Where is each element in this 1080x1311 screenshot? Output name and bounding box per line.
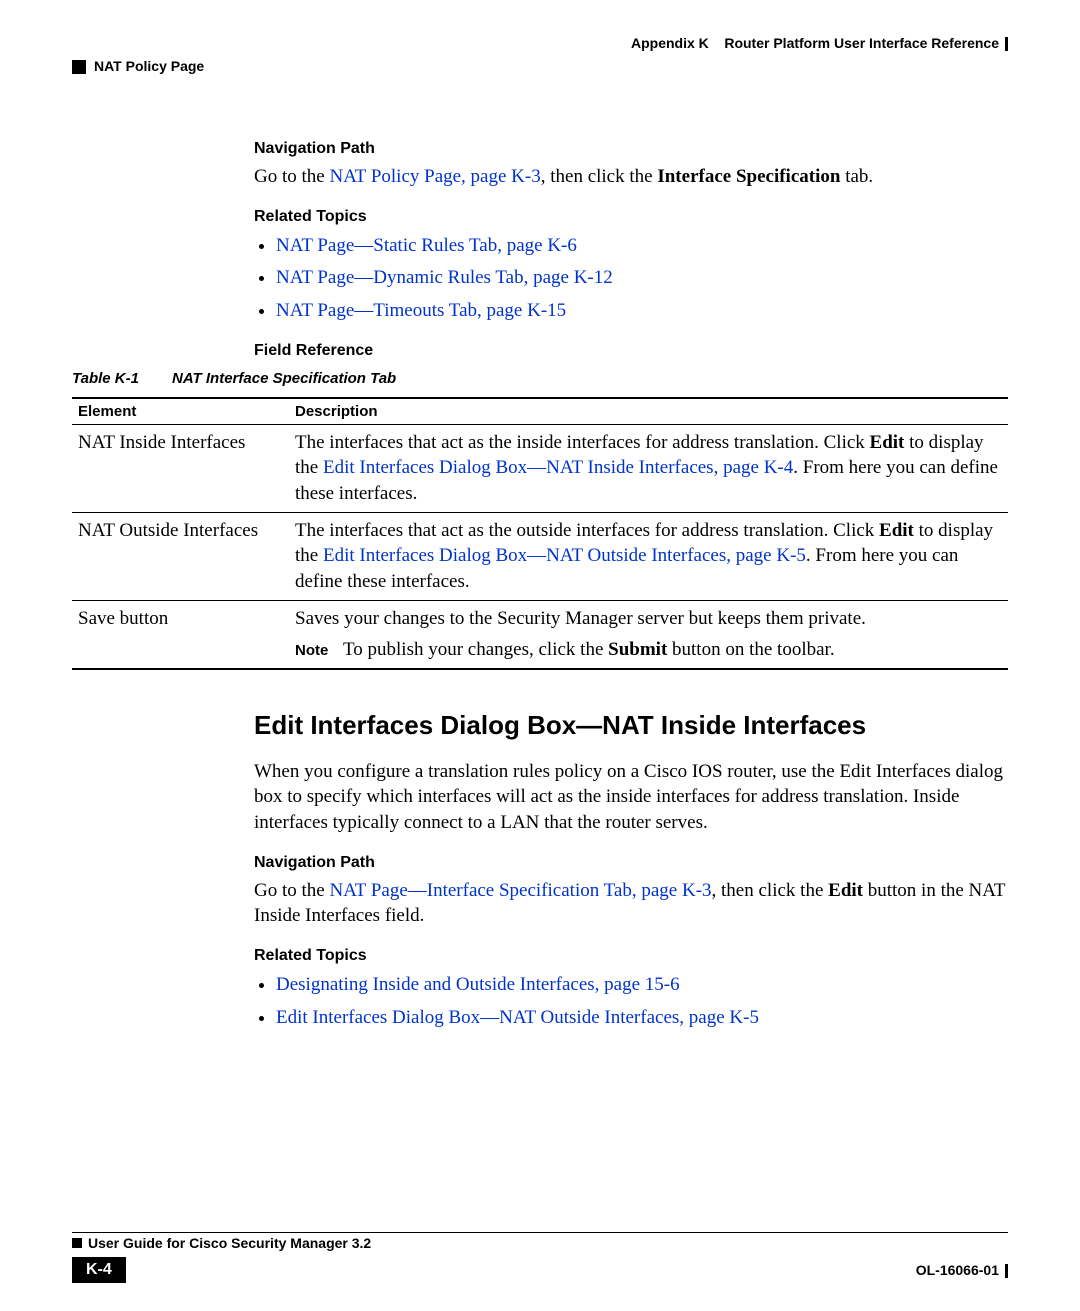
table-cell-element: NAT Outside Interfaces [72,512,289,600]
edit-outside-dialog-link[interactable]: Edit Interfaces Dialog Box—NAT Outside I… [276,1007,759,1028]
related-topics-heading: Related Topics [254,208,1008,226]
timeouts-link[interactable]: NAT Page—Timeouts Tab, page K-15 [276,300,566,321]
table-cell-description: Saves your changes to the Security Manag… [289,600,1008,669]
related-topics-list: NAT Page—Static Rules Tab, page K-6 NAT … [276,234,1008,324]
static-rules-link[interactable]: NAT Page—Static Rules Tab, page K-6 [276,235,577,256]
table-row: Save button Saves your changes to the Se… [72,600,1008,669]
navigation-path-text: Go to the NAT Policy Page, page K-3, the… [254,164,1008,190]
edit-inside-link[interactable]: Edit Interfaces Dialog Box—NAT Inside In… [323,457,793,478]
table-cell-description: The interfaces that act as the outside i… [289,512,1008,600]
page-number: K-4 [72,1257,126,1283]
interface-spec-tab-link[interactable]: NAT Page—Interface Specification Tab, pa… [329,880,711,901]
field-reference-table: Element Description NAT Inside Interface… [72,397,1008,670]
navigation-path-heading-2: Navigation Path [254,854,1008,872]
related-topics-heading-2: Related Topics [254,947,1008,965]
section-heading: Edit Interfaces Dialog Box—NAT Inside In… [254,710,1008,741]
table-row: NAT Inside Interfaces The interfaces tha… [72,424,1008,512]
navigation-path-text-2: Go to the NAT Page—Interface Specificati… [254,878,1008,929]
footer-guide-title: User Guide for Cisco Security Manager 3.… [72,1232,1008,1251]
section-intro: When you configure a translation rules p… [254,759,1008,836]
running-header-left: NAT Policy Page [72,58,204,74]
table-cell-element: NAT Inside Interfaces [72,424,289,512]
running-header-right: Appendix K Router Platform User Interfac… [631,35,1008,51]
dynamic-rules-link[interactable]: NAT Page—Dynamic Rules Tab, page K-12 [276,267,613,288]
nat-policy-page-link[interactable]: NAT Policy Page, page K-3 [329,166,540,187]
table-caption: Table K-1NAT Interface Specification Tab [72,370,1008,387]
related-topics-list-2: Designating Inside and Outside Interface… [276,973,1008,1030]
designating-interfaces-link[interactable]: Designating Inside and Outside Interface… [276,974,680,995]
table-row: NAT Outside Interfaces The interfaces th… [72,512,1008,600]
note-label: Note [295,641,343,661]
navigation-path-heading: Navigation Path [254,140,1008,158]
edit-outside-link[interactable]: Edit Interfaces Dialog Box—NAT Outside I… [323,545,806,566]
table-header-element: Element [72,398,289,425]
table-cell-element: Save button [72,600,289,669]
table-header-description: Description [289,398,1008,425]
field-reference-heading: Field Reference [254,342,1008,360]
table-cell-description: The interfaces that act as the inside in… [289,424,1008,512]
document-id: OL-16066-01 [916,1262,1008,1278]
